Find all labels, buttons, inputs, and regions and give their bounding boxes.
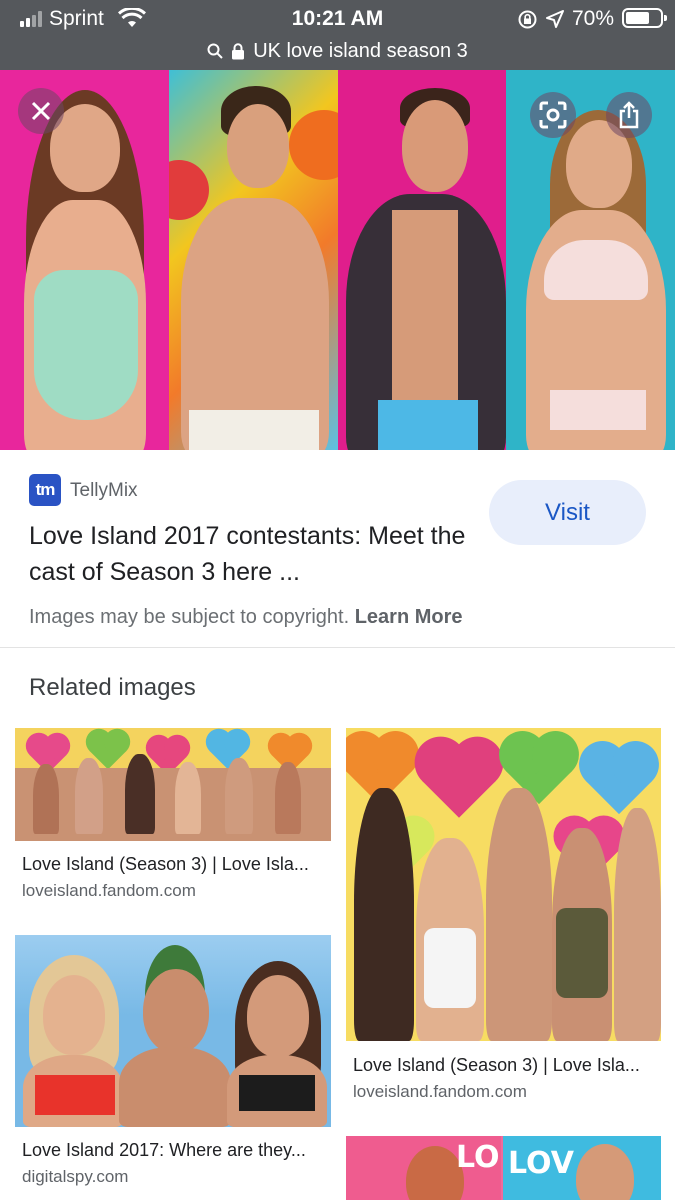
related-caption-2[interactable]: Love Island (Season 3) | Love Isla...: [353, 1055, 640, 1076]
status-bar: Sprint 10:21 AM 70%: [0, 0, 675, 36]
contestant-photo-4: [506, 70, 675, 450]
related-source-1: loveisland.fandom.com: [22, 881, 196, 900]
copyright-text: Images may be subject to copyright.: [29, 606, 350, 628]
battery-percent: 70%: [572, 7, 615, 30]
related-caption-3[interactable]: Love Island 2017: Where are they...: [22, 1140, 306, 1161]
related-thumbnail-1[interactable]: [15, 728, 331, 841]
browser-top-bar: Sprint 10:21 AM 70% UK love island seaso…: [0, 0, 675, 70]
share-icon: [619, 101, 639, 129]
lens-button[interactable]: [530, 92, 576, 138]
lens-icon: [539, 101, 567, 129]
learn-more-link[interactable]: Learn More: [355, 606, 463, 628]
related-source-3: digitalspy.com: [22, 1167, 129, 1186]
related-source-2: loveisland.fandom.com: [353, 1082, 527, 1101]
search-query: UK love island season 3: [253, 39, 468, 62]
battery-icon: [622, 8, 667, 28]
thumbnail-lettering: LO: [456, 1140, 500, 1175]
thumbnail-lettering-2: LOV: [508, 1146, 574, 1181]
related-caption-1[interactable]: Love Island (Season 3) | Love Isla...: [22, 854, 309, 875]
contestant-photo-3: [337, 70, 507, 450]
contestant-photo-2: [168, 70, 338, 450]
lock-icon: [232, 42, 245, 59]
tellymix-logo: tm: [29, 474, 61, 506]
source-name[interactable]: TellyMix: [70, 480, 138, 502]
address-bar[interactable]: UK love island season 3: [0, 36, 675, 66]
share-button[interactable]: [606, 92, 652, 138]
related-thumbnail-3[interactable]: [15, 935, 331, 1127]
search-icon: [207, 43, 223, 59]
location-arrow-icon: [546, 10, 564, 28]
copyright-notice: Images may be subject to copyright. Lear…: [29, 606, 463, 629]
related-thumbnail-2[interactable]: [346, 728, 661, 1041]
visit-button[interactable]: Visit: [489, 480, 646, 545]
result-title[interactable]: Love Island 2017 contestants: Meet the c…: [29, 518, 469, 590]
close-button[interactable]: [18, 88, 64, 134]
related-images-heading: Related images: [29, 674, 196, 701]
rotation-lock-icon: [518, 10, 537, 29]
close-icon: [31, 101, 51, 121]
related-thumbnail-4[interactable]: LO LOV: [346, 1136, 661, 1200]
main-image[interactable]: [0, 70, 675, 450]
